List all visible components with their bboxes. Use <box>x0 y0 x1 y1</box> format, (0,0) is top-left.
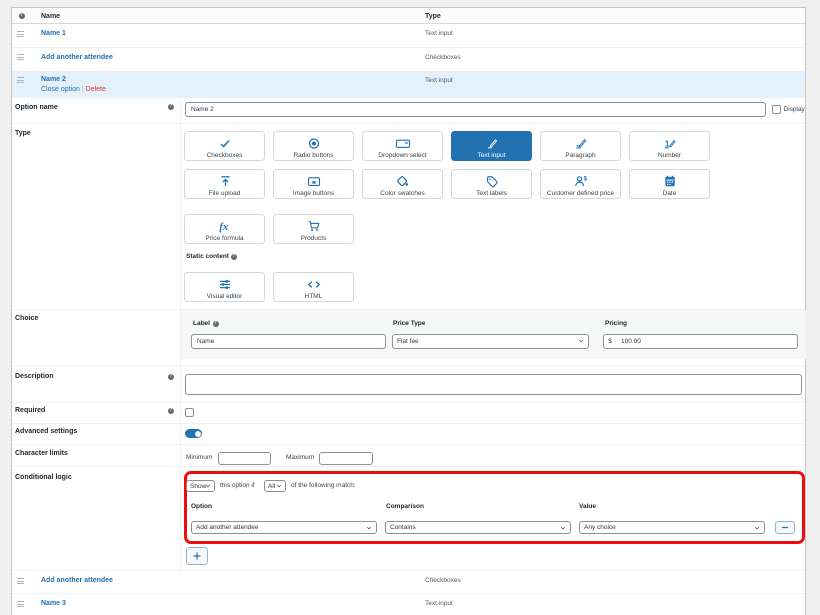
svg-text:$: $ <box>583 176 587 182</box>
svg-text:fx: fx <box>219 221 228 232</box>
